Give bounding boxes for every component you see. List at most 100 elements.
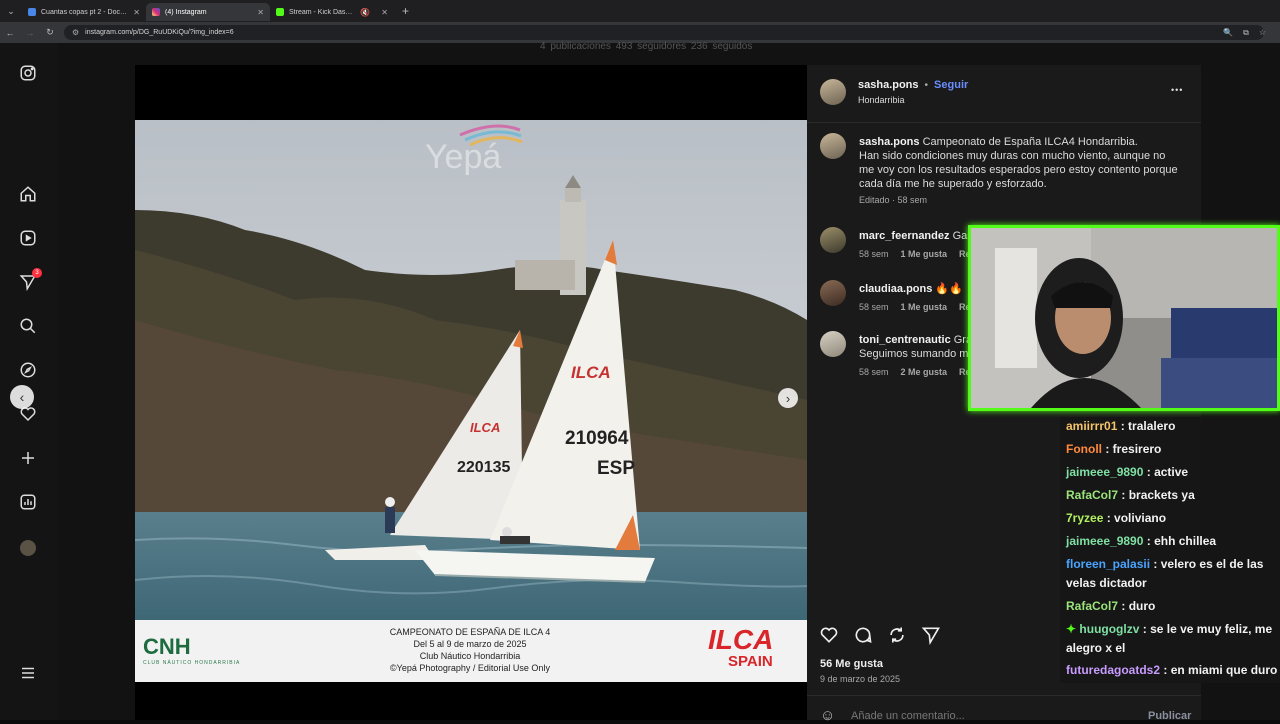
tab-kick[interactable]: Stream - Kick Dashboard 🔇 ✕ — [270, 3, 394, 21]
share-send-icon[interactable] — [921, 625, 941, 651]
site-info-icon[interactable]: ⚙ — [72, 28, 79, 37]
comment-username[interactable]: claudiaa.pons — [859, 283, 932, 295]
chat-user: huugoglzv — [1079, 622, 1140, 636]
chat-text: : tralalero — [1120, 419, 1176, 433]
profile-avatar-icon[interactable] — [18, 538, 38, 558]
front-sail-brand: ILCA — [571, 363, 611, 382]
repost-icon[interactable] — [887, 625, 907, 651]
search-icon[interactable] — [18, 316, 38, 336]
post-date: 9 de marzo de 2025 — [820, 674, 901, 684]
chat-badge-icon: ✦ — [1066, 622, 1077, 636]
tab-docs[interactable]: Cuantas copas pt 2 - Documen ✕ — [22, 3, 146, 21]
back-sail-brand: ILCA — [470, 420, 500, 435]
instagram-favicon-icon — [152, 8, 160, 16]
cnh-logo: CNH — [143, 634, 191, 659]
address-bar-row: ← → ↻ ⚙ instagram.com/p/DG_RuUDKiQu/?img… — [0, 22, 1280, 43]
chat-message: RafaCol7 : brackets ya — [1066, 486, 1278, 505]
create-plus-icon[interactable] — [18, 448, 38, 468]
bookmark-star-icon[interactable]: ☆ — [1259, 28, 1266, 38]
direct-messages-icon[interactable]: 3 — [18, 268, 42, 292]
reels-icon[interactable] — [18, 228, 38, 248]
comment-text: 🔥🔥 — [935, 283, 963, 295]
follow-button[interactable]: Seguir — [934, 79, 968, 91]
publish-button[interactable]: Publicar — [1148, 710, 1191, 722]
forward-icon[interactable]: → — [20, 28, 40, 38]
comment-likes[interactable]: 2 Me gusta — [901, 367, 948, 377]
streamer-webcam — [968, 225, 1280, 411]
caption-meta: Editado · 58 sem — [859, 195, 928, 205]
next-image-button[interactable]: › — [778, 388, 798, 408]
comment-likes[interactable]: 1 Me gusta — [901, 249, 948, 259]
caption-block: sasha.pons Campeonato de España ILCA4 Ho… — [859, 135, 1179, 205]
post-actions — [819, 625, 941, 651]
tab-search-icon[interactable]: ⌄ — [0, 0, 22, 22]
chat-user: jaimeee_9890 — [1066, 534, 1144, 548]
previous-post-button[interactable]: ‹ — [10, 385, 34, 409]
chat-text: : active — [1146, 465, 1189, 479]
close-tab-icon[interactable]: ✕ — [257, 8, 264, 17]
back-icon[interactable]: ← — [0, 28, 20, 38]
chat-text: : ehh chillea — [1146, 534, 1217, 548]
separator-dot: • — [924, 79, 929, 91]
zoom-icon[interactable]: 🔍 — [1223, 28, 1233, 38]
chat-user: RafaCol7 — [1066, 599, 1119, 613]
caption-avatar[interactable] — [820, 133, 846, 159]
likes-count[interactable]: 56 Me gusta — [820, 658, 883, 670]
explore-icon[interactable] — [18, 360, 38, 380]
chat-user: jaimeee_9890 — [1066, 465, 1144, 479]
url-field[interactable]: ⚙ instagram.com/p/DG_RuUDKiQu/?img_index… — [64, 25, 1264, 40]
caption-username[interactable]: sasha.pons — [859, 136, 920, 148]
chat-message: jaimeee_9890 : active — [1066, 463, 1278, 482]
notifications-badge: 3 — [32, 268, 42, 278]
cnh-logo-subtitle: CLUB NÁUTICO HONDARRIBIA — [143, 660, 241, 666]
chat-text: : voliviano — [1106, 511, 1167, 525]
front-sail-number: 210964 — [565, 428, 629, 449]
close-tab-icon[interactable]: ✕ — [381, 8, 388, 17]
reload-icon[interactable]: ↻ — [40, 27, 60, 38]
new-tab-button[interactable]: + — [394, 4, 417, 18]
comment-likes[interactable]: 1 Me gusta — [901, 302, 948, 312]
close-tab-icon[interactable]: ✕ — [133, 8, 140, 17]
comment-avatar[interactable] — [820, 227, 846, 253]
divider — [807, 695, 1201, 696]
comment-bubble-icon[interactable] — [853, 625, 873, 651]
comment-username[interactable]: toni_centrenautic — [859, 334, 951, 346]
dashboard-icon[interactable] — [18, 492, 38, 512]
chat-message: futuredagoatds2 : en miami que duro — [1066, 661, 1278, 680]
front-sail-code: ESP — [597, 458, 635, 479]
like-heart-icon[interactable] — [819, 625, 839, 651]
chat-text: : en miami que duro — [1163, 663, 1278, 677]
chat-message: ✦ huugoglzv : se le ve muy feliz, me ale… — [1066, 620, 1278, 658]
caption-line: CAMPEONATO DE ESPAÑA DE ILCA 4 — [389, 627, 551, 637]
chat-user: RafaCol7 — [1066, 488, 1119, 502]
menu-icon[interactable] — [18, 663, 38, 683]
chat-message: RafaCol7 : duro — [1066, 597, 1278, 616]
comment-avatar[interactable] — [820, 280, 846, 306]
instagram-logo-icon[interactable] — [18, 63, 38, 83]
emoji-icon[interactable]: ☺ — [820, 707, 835, 724]
url-text: instagram.com/p/DG_RuUDKiQu/?img_index=6 — [85, 29, 234, 36]
kick-favicon-icon — [276, 8, 284, 16]
chat-user: amiirrr01 — [1066, 419, 1118, 433]
comment-username[interactable]: marc_feernandez — [859, 230, 950, 242]
comment-avatar[interactable] — [820, 331, 846, 357]
home-icon[interactable] — [18, 184, 38, 204]
comment-time: 58 sem — [859, 249, 889, 259]
chat-text: : fresirero — [1105, 442, 1162, 456]
chat-user: Fonoll — [1066, 442, 1102, 456]
more-options-icon[interactable]: ••• — [1171, 85, 1183, 95]
mute-tab-icon[interactable]: 🔇 — [360, 8, 370, 17]
post-location[interactable]: Hondarribia — [858, 95, 905, 105]
chat-message: jaimeee_9890 : ehh chillea — [1066, 532, 1278, 551]
instagram-sidebar: 3 — [0, 43, 58, 720]
caption-line: Del 5 al 9 de marzo de 2025 — [413, 639, 527, 649]
comment-text-continued: Seguimos sumando mil — [859, 348, 974, 360]
install-icon[interactable]: ⧉ — [1243, 28, 1249, 38]
comment-item: toni_centrenautic Gran Seguimos sumando … — [859, 333, 978, 377]
comment-input[interactable]: Añade un comentario... — [851, 710, 965, 722]
chat-message: 7ryzee : voliviano — [1066, 509, 1278, 528]
author-username[interactable]: sasha.pons — [858, 79, 919, 91]
author-avatar[interactable] — [820, 79, 846, 105]
tab-instagram[interactable]: (4) Instagram ✕ — [146, 3, 270, 21]
comment-time: 58 sem — [859, 367, 889, 377]
